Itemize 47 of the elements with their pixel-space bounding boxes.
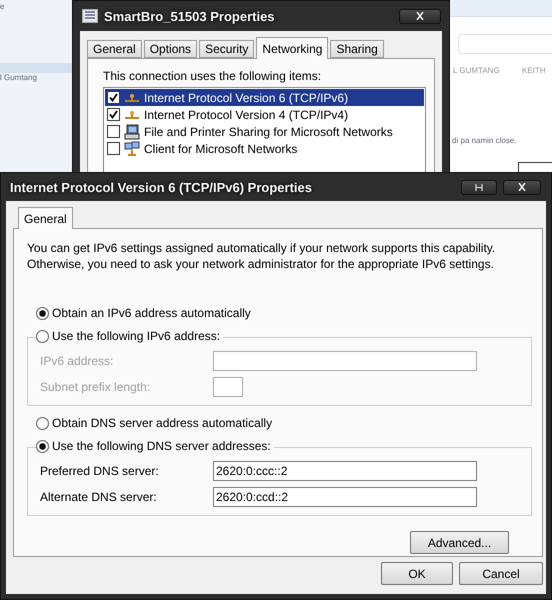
- description-text: You can get IPv6 settings assigned automatically if your network supports this capability. Otherwise, you need to ask your network administrator for the appropriate IPv6 settings.: [27, 240, 496, 272]
- search-field[interactable]: [458, 34, 552, 54]
- computer-icon: [124, 124, 140, 140]
- checkbox[interactable]: [107, 108, 120, 121]
- close-icon: [517, 183, 527, 191]
- close-button[interactable]: [399, 8, 441, 24]
- radio-option[interactable]: Obtain an IPv6 address automatically: [36, 306, 254, 320]
- ok-button[interactable]: OK: [381, 562, 453, 585]
- message-text: di pa namin close.: [452, 136, 516, 145]
- maximize-button[interactable]: [461, 180, 497, 194]
- field-label: Subnet prefix length:: [40, 380, 152, 394]
- close-button[interactable]: [503, 180, 541, 194]
- checkbox[interactable]: [107, 125, 120, 138]
- radio-option[interactable]: Obtain DNS server address automatically: [36, 416, 276, 430]
- input-field[interactable]: 2620:0:ccc::2: [213, 461, 477, 481]
- close-icon: [415, 12, 425, 20]
- sidebar-selection: [0, 63, 72, 73]
- column-header: KEITH: [522, 66, 546, 75]
- radio-option[interactable]: Use the following IPv6 address:: [36, 329, 224, 343]
- window-title: Internet Protocol Version 6 (TCP/IPv6) Properties: [10, 180, 313, 194]
- tab[interactable]: Security: [199, 40, 254, 58]
- network-computers-icon: [124, 140, 140, 156]
- advanced-button[interactable]: Advanced...: [410, 531, 509, 554]
- list-item[interactable]: File and Printer Sharing for Microsoft Networks: [105, 123, 424, 140]
- tab[interactable]: General: [87, 40, 142, 58]
- list-item[interactable]: Client for Microsoft Networks: [105, 140, 424, 157]
- field-label: IPv6 address:: [40, 354, 114, 368]
- network-protocol-icon: [124, 110, 140, 120]
- tab[interactable]: Sharing: [330, 40, 384, 58]
- radio-option[interactable]: Use the following DNS server addresses:: [36, 439, 274, 453]
- sidebar-name: l Gumtang: [0, 73, 37, 82]
- field-label: Alternate DNS server:: [40, 490, 158, 504]
- field-label: Preferred DNS server:: [40, 464, 160, 478]
- tab[interactable]: General: [18, 207, 73, 229]
- header-text: e: [0, 2, 4, 11]
- column-header: L GUMTANG: [453, 66, 500, 75]
- list-item[interactable]: Internet Protocol Version 6 (TCP/IPv6): [105, 89, 424, 106]
- cancel-button[interactable]: Cancel: [459, 562, 543, 585]
- window-title: SmartBro_51503 Properties: [104, 8, 276, 24]
- tab[interactable]: Networking: [256, 37, 328, 59]
- input-field[interactable]: 2620:0:ccd::2: [213, 487, 477, 507]
- list-item[interactable]: Internet Protocol Version 4 (TCP/IPv4): [105, 106, 424, 123]
- items-label: This connection uses the following items:: [103, 69, 322, 83]
- tab[interactable]: Options: [144, 40, 198, 58]
- checkbox[interactable]: [107, 91, 120, 104]
- checkbox[interactable]: [107, 142, 120, 155]
- network-protocol-icon: [124, 92, 140, 102]
